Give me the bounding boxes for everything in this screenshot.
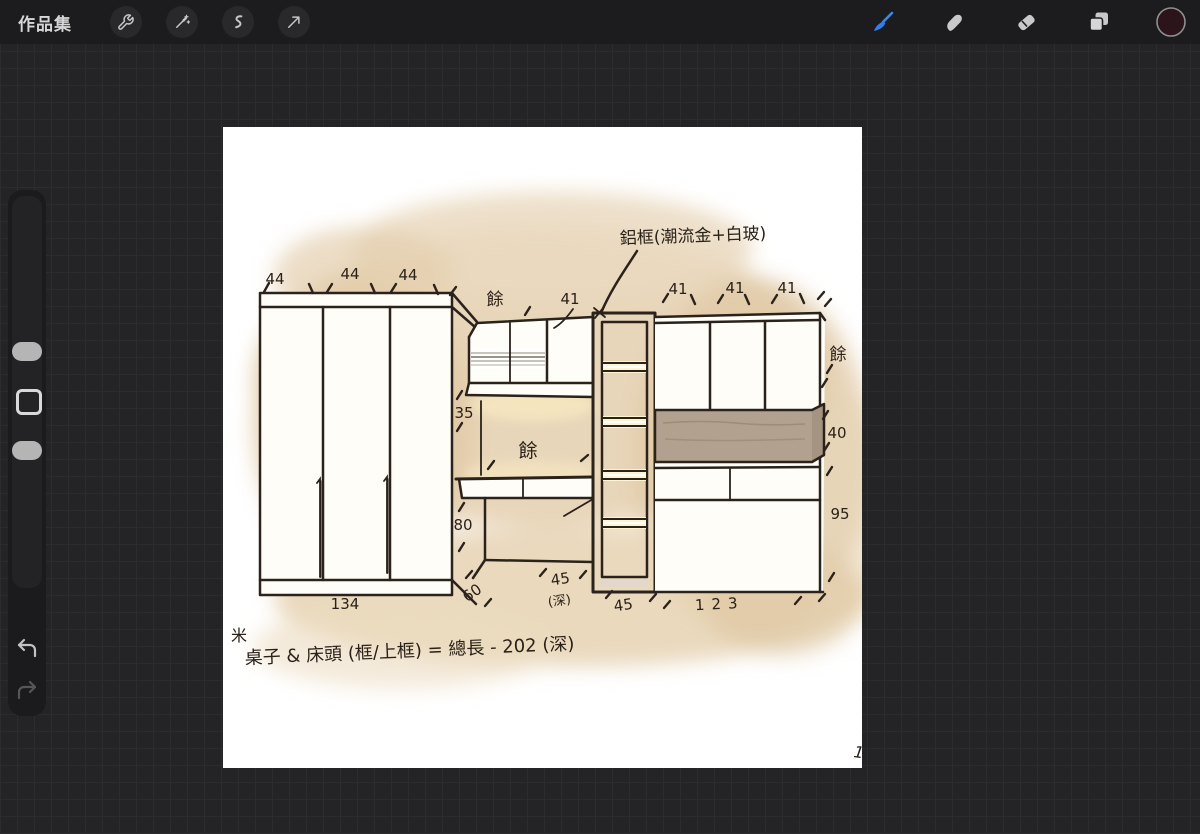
- toolbar-left-group: 作品集: [0, 6, 310, 38]
- transform-arrow-icon: [288, 16, 300, 28]
- selection-s-icon: [235, 15, 243, 29]
- dim-44-1: 44: [265, 270, 284, 288]
- brush-size-slider[interactable]: [12, 342, 42, 361]
- modify-button[interactable]: [16, 389, 42, 415]
- erase-tool-button[interactable]: [1010, 5, 1044, 39]
- dim-134: 134: [331, 595, 360, 613]
- opacity-slider[interactable]: [12, 441, 42, 460]
- dim-41-r2: 41: [725, 279, 744, 297]
- smudge-tool-button[interactable]: [938, 5, 972, 39]
- dim-123: 123: [694, 594, 745, 615]
- layers-button[interactable]: [1082, 5, 1116, 39]
- dim-40: 40: [827, 424, 846, 442]
- undo-button[interactable]: [13, 634, 41, 662]
- dim-95: 95: [830, 505, 849, 523]
- dim-41-mid: 41: [560, 290, 579, 308]
- magic-wand-icon: [176, 14, 191, 28]
- wrench-icon: [118, 14, 134, 30]
- redo-button[interactable]: [13, 676, 41, 704]
- paint-tool-button[interactable]: [866, 5, 900, 39]
- color-swatch: [1156, 7, 1186, 37]
- dim-44-2: 44: [340, 265, 359, 283]
- label-yu-mid: 餘: [487, 290, 504, 310]
- layers-icon: [1089, 12, 1108, 32]
- wardrobe-sketch: [258, 291, 485, 606]
- actions-button[interactable]: [110, 6, 142, 38]
- eraser-icon: [1018, 14, 1035, 31]
- left-sidebar: [8, 190, 46, 716]
- color-swatch-button[interactable]: [1154, 5, 1188, 39]
- furniture-sketch: 44 44 44 134 餘 41 35 餘 80 60 45 (深) 45 4…: [231, 192, 862, 762]
- smudge-icon: [947, 14, 962, 31]
- dim-44-3: 44: [398, 266, 417, 284]
- transform-button[interactable]: [278, 6, 310, 38]
- footnote-mark: 米: [231, 626, 247, 645]
- undo-icon: [17, 638, 37, 658]
- dim-45-tower: 45: [613, 595, 634, 615]
- dim-35: 35: [454, 404, 473, 422]
- page-number: 1: [852, 742, 862, 762]
- right-cabinet-sketch: [653, 311, 827, 594]
- dim-80: 80: [453, 516, 472, 534]
- selection-button[interactable]: [222, 6, 254, 38]
- redo-icon: [17, 680, 37, 700]
- label-yu-right: 餘: [830, 345, 847, 365]
- dim-41-r3: 41: [777, 279, 796, 297]
- brush-icon: [874, 11, 894, 31]
- top-toolbar: 作品集: [0, 0, 1200, 44]
- dim-45-desk: 45: [550, 569, 571, 589]
- dim-45-desk-note: (深): [547, 592, 572, 610]
- label-yu-desk: 餘: [518, 440, 537, 462]
- drawing-canvas[interactable]: 44 44 44 134 餘 41 35 餘 80 60 45 (深) 45 4…: [223, 127, 862, 768]
- adjustments-button[interactable]: [166, 6, 198, 38]
- toolbar-right-group: [866, 5, 1200, 39]
- dim-41-r1: 41: [668, 280, 687, 298]
- gallery-button[interactable]: 作品集: [18, 10, 72, 35]
